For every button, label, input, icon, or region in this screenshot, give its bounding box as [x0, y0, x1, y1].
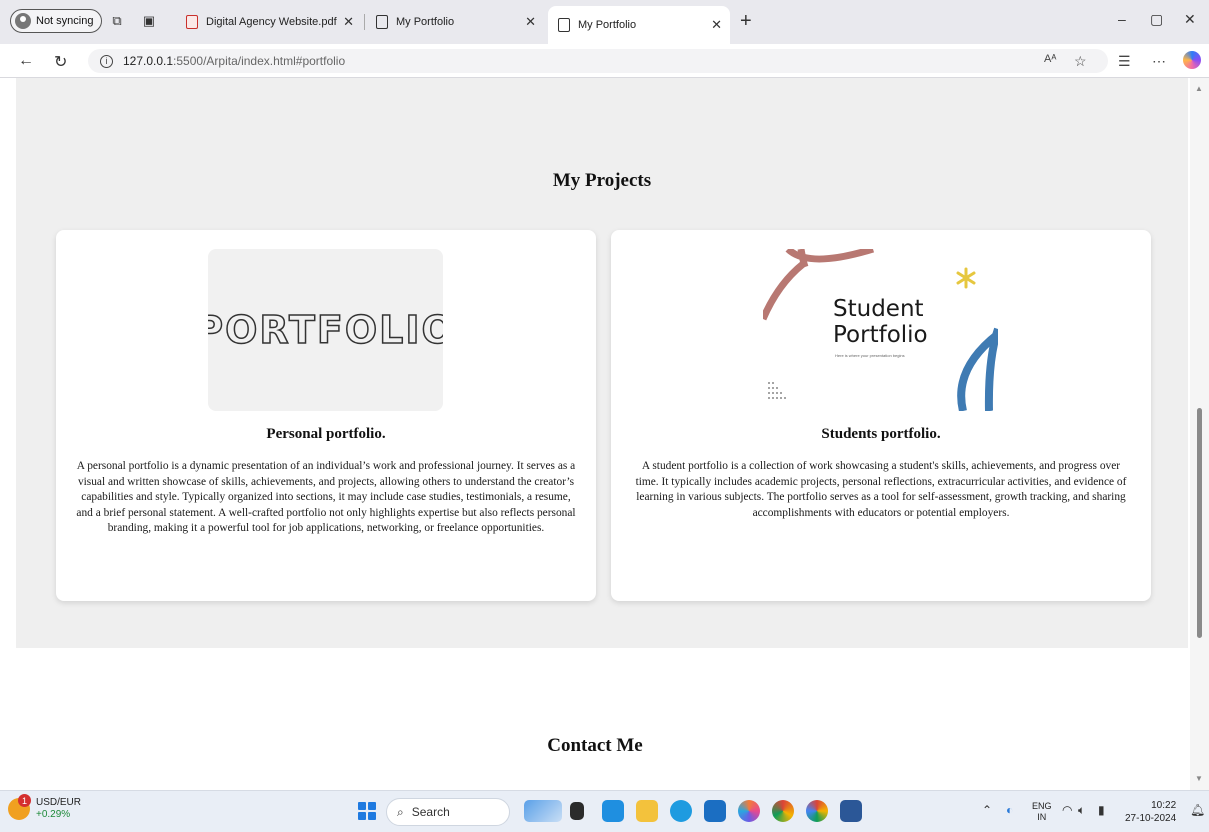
- refresh-icon[interactable]: ↻: [54, 52, 67, 72]
- close-icon[interactable]: ✕: [343, 14, 354, 30]
- clock-date: 27-10-2024: [1125, 813, 1177, 824]
- personal-portfolio-image: PORTFOLIO: [208, 249, 443, 411]
- url-host: 127.0.0.1: [123, 54, 174, 68]
- student-image-line1: Student: [833, 296, 924, 322]
- vscode-icon[interactable]: [602, 800, 624, 822]
- scroll-thumb[interactable]: [1197, 408, 1202, 638]
- close-icon[interactable]: ✕: [525, 14, 536, 30]
- market-widget[interactable]: 1 USD/EUR +0.29%: [8, 794, 81, 821]
- market-icon: 1: [8, 794, 31, 820]
- profile-label: Not syncing: [36, 15, 94, 27]
- minimize-icon[interactable]: –: [1118, 11, 1126, 27]
- windows-start-icon[interactable]: [358, 802, 376, 820]
- project-title: Personal portfolio.: [266, 426, 386, 442]
- widgets-app-icon[interactable]: [524, 800, 562, 822]
- restore-icon[interactable]: ▢: [1150, 11, 1163, 28]
- pdf-file-icon: [186, 15, 198, 29]
- portfolio-image-text: PORTFOLIO: [208, 307, 443, 353]
- student-image-line2: Portfolio: [833, 322, 928, 348]
- taskbar: 1 USD/EUR +0.29% ⌕ Search ⌃ ◐ ENG IN ◠ 🔈…: [0, 790, 1209, 832]
- store-icon[interactable]: [704, 800, 726, 822]
- scroll-up-icon[interactable]: ▲: [1195, 84, 1203, 93]
- read-aloud-icon[interactable]: Aᴬ: [1044, 53, 1056, 65]
- profile-avatar-icon: [15, 13, 31, 29]
- tab-pdf[interactable]: Digital Agency Website.pdf ✕: [176, 6, 362, 38]
- page-viewport: My Projects PORTFOLIO Personal portfolio…: [0, 78, 1190, 790]
- search-label: Search: [411, 805, 450, 819]
- page-icon: [376, 15, 388, 29]
- tray-app-icon[interactable]: ◐: [1006, 803, 1013, 817]
- market-widget-text: USD/EUR +0.29%: [36, 797, 81, 821]
- notification-bell-icon[interactable]: 🔔︎: [1190, 803, 1205, 817]
- page-scrollbar[interactable]: ▲ ▼: [1190, 78, 1209, 790]
- word-icon[interactable]: [840, 800, 862, 822]
- student-image-subtext: Here is where your presentation begins: [835, 353, 905, 358]
- close-icon[interactable]: ✕: [711, 17, 722, 33]
- tab-label: My Portfolio: [578, 19, 637, 31]
- market-change: +0.29%: [36, 809, 71, 820]
- new-tab-icon[interactable]: +: [740, 10, 752, 33]
- search-icon: ⌕: [397, 804, 404, 819]
- chrome-profile-icon[interactable]: [806, 800, 828, 822]
- market-title: USD/EUR: [36, 797, 82, 808]
- favorites-list-icon[interactable]: ☰: [1118, 53, 1131, 70]
- language-line1: ENG: [1032, 801, 1052, 811]
- project-card-personal: PORTFOLIO Personal portfolio. A personal…: [56, 230, 596, 601]
- copilot-app-icon[interactable]: [738, 800, 760, 822]
- projects-title: My Projects: [552, 170, 652, 191]
- show-hidden-icons-chevron-icon[interactable]: ⌃: [982, 803, 992, 817]
- tab-label: Digital Agency Website.pdf: [206, 16, 337, 28]
- clock-time: 10:22: [1151, 800, 1177, 811]
- edge-browser-icon[interactable]: [670, 800, 692, 822]
- notification-badge: 1: [18, 794, 31, 807]
- more-options-icon[interactable]: ⋯: [1152, 53, 1166, 70]
- clock[interactable]: 10:22 27-10-2024: [1125, 799, 1176, 825]
- copilot-icon[interactable]: [1183, 51, 1201, 69]
- url-path: :5500/Arpita/index.html#portfolio: [173, 54, 346, 68]
- file-explorer-icon[interactable]: [636, 800, 658, 822]
- page-icon: [558, 18, 570, 32]
- task-view-icon[interactable]: [570, 802, 584, 820]
- student-portfolio-image: Student Portfolio Here is where your pre…: [763, 249, 998, 411]
- taskbar-search[interactable]: ⌕ Search: [386, 798, 510, 826]
- project-description: A student portfolio is a collection of w…: [635, 460, 1127, 519]
- favorite-star-icon[interactable]: ☆: [1074, 53, 1087, 70]
- tab-label: My Portfolio: [396, 16, 455, 28]
- tab-my-portfolio-active[interactable]: My Portfolio ✕: [548, 6, 730, 44]
- battery-icon[interactable]: ▮: [1098, 803, 1105, 817]
- profile-button[interactable]: Not syncing: [10, 9, 103, 33]
- back-arrow-icon[interactable]: ←: [18, 52, 34, 70]
- volume-icon[interactable]: 🔈︎: [1078, 803, 1085, 818]
- wifi-icon[interactable]: ◠: [1062, 803, 1072, 817]
- projects-section: My Projects PORTFOLIO Personal portfolio…: [16, 78, 1188, 648]
- tab-divider: [364, 14, 365, 30]
- workspaces-icon[interactable]: ⧉: [108, 12, 126, 30]
- language-line2: IN: [1037, 812, 1047, 822]
- contact-title: Contact Me: [547, 735, 643, 756]
- student-image-title: Student Portfolio: [833, 296, 928, 348]
- tab-bar: Not syncing ⧉ ▣ Digital Agency Website.p…: [0, 0, 1209, 44]
- address-bar: ← ↻ i 127.0.0.1 :5500/Arpita/index.html#…: [0, 44, 1209, 78]
- chrome-icon[interactable]: [772, 800, 794, 822]
- window-close-icon[interactable]: ✕: [1184, 11, 1196, 28]
- vertical-tabs-icon[interactable]: ▣: [140, 12, 158, 30]
- project-description: A personal portfolio is a dynamic presen…: [76, 460, 576, 535]
- info-icon[interactable]: i: [100, 54, 113, 68]
- project-title: Students portfolio.: [821, 426, 941, 442]
- scroll-down-icon[interactable]: ▼: [1195, 774, 1203, 783]
- language-indicator[interactable]: ENG IN: [1032, 801, 1052, 823]
- url-field[interactable]: i 127.0.0.1 :5500/Arpita/index.html#port…: [88, 49, 1108, 73]
- tab-my-portfolio[interactable]: My Portfolio ✕: [366, 6, 544, 38]
- project-card-students: Student Portfolio Here is where your pre…: [611, 230, 1151, 601]
